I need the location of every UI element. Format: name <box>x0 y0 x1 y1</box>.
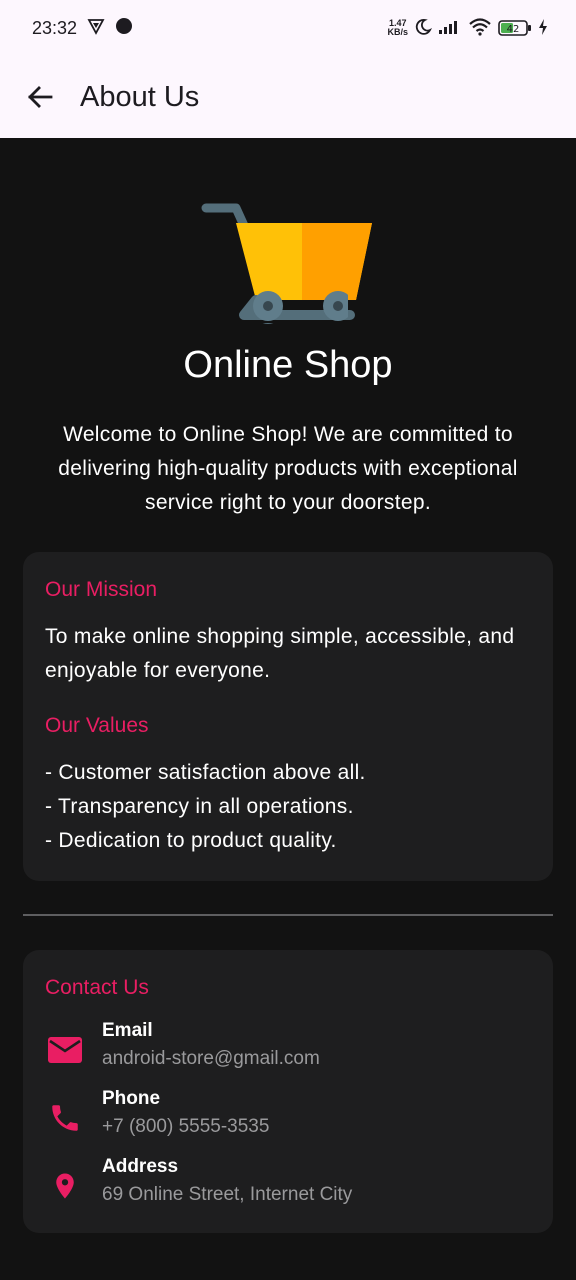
charging-bolt-icon <box>538 18 548 39</box>
email-icon <box>45 1030 85 1070</box>
cart-wheels-icon <box>253 291 348 321</box>
contact-label: Email <box>102 1020 153 1041</box>
contact-label: Phone <box>102 1088 161 1109</box>
back-button[interactable] <box>18 75 62 119</box>
contact-phone-row[interactable]: Phone +7 (800) 5555-3535 <box>45 1088 535 1148</box>
page-title: About Us <box>80 80 200 113</box>
battery-icon: 42 <box>498 19 532 37</box>
values-title: Our Values <box>45 714 149 737</box>
contact-label: Address <box>102 1156 179 1177</box>
app-bar: About Us <box>0 56 576 138</box>
section-divider <box>23 914 553 916</box>
contact-value: +7 (800) 5555-3535 <box>102 1116 270 1137</box>
values-list: - Customer satisfaction above all. - Tra… <box>45 756 535 858</box>
signal-icon <box>438 19 462 38</box>
status-time: 23:32 <box>32 17 78 38</box>
mission-values-card: Our Mission To make online shopping simp… <box>23 552 553 881</box>
arrow-back-icon <box>28 86 53 108</box>
vpn-shield-icon <box>87 17 105 40</box>
list-item: - Transparency in all operations. <box>45 795 354 818</box>
network-speed: 1.47 KB/s <box>387 19 408 37</box>
shop-name: Online Shop <box>183 344 393 386</box>
mission-text: To make online shopping simple, accessib… <box>45 625 515 682</box>
status-bar: 23:32 1.47 KB/s 42 <box>0 0 576 56</box>
list-item: - Dedication to product quality. <box>45 829 337 852</box>
contact-email-row[interactable]: Email android-store@gmail.com <box>45 1020 535 1080</box>
moon-icon <box>414 18 433 39</box>
notification-dot-icon <box>115 17 133 40</box>
mission-title: Our Mission <box>45 578 158 601</box>
welcome-text: Welcome to Online Shop! We are committed… <box>58 423 518 514</box>
network-speed-unit: KB/s <box>387 27 408 37</box>
list-item: - Customer satisfaction above all. <box>45 761 366 784</box>
location-pin-icon <box>45 1166 85 1206</box>
contact-value: 69 Online Street, Internet City <box>102 1184 353 1205</box>
battery-level: 42 <box>507 24 520 35</box>
contact-card: Contact Us Email android-store@gmail.com… <box>23 950 553 1233</box>
wifi-icon <box>468 17 492 39</box>
contact-value: android-store@gmail.com <box>102 1048 320 1069</box>
contact-title: Contact Us <box>45 976 149 999</box>
contact-address-row[interactable]: Address 69 Online Street, Internet City <box>45 1156 535 1216</box>
phone-icon <box>45 1098 85 1138</box>
